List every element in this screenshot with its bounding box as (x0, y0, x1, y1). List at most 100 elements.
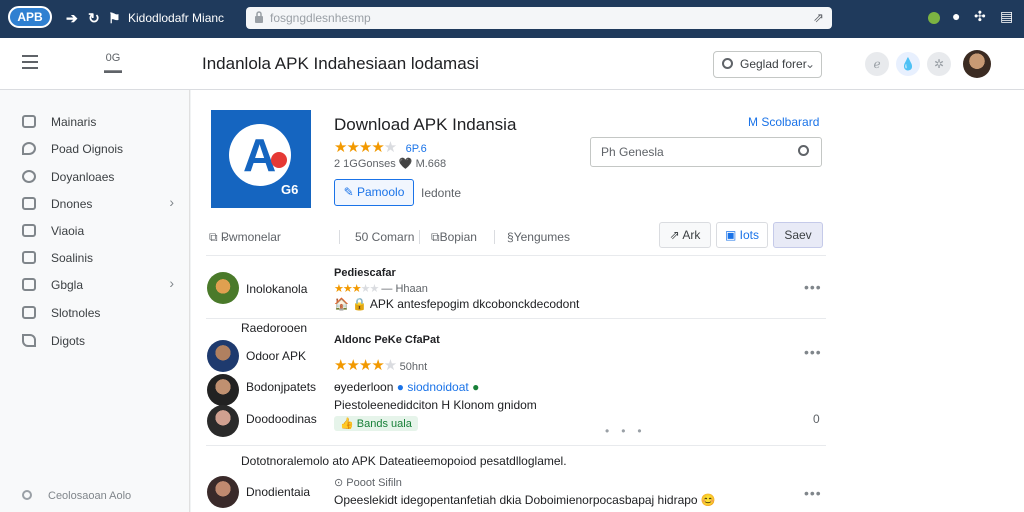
install-button[interactable]: ✎ Pamoolo (334, 179, 414, 206)
search-icon (798, 145, 809, 156)
avatar[interactable] (207, 340, 239, 372)
save-button[interactable]: Saev (773, 222, 823, 248)
rating-stars-icon: ★★★★★ (334, 139, 397, 156)
storage-icon (22, 306, 36, 319)
settings-icon[interactable]: ✲ (927, 52, 951, 76)
more-options-icon[interactable]: ••• (804, 279, 822, 295)
more-options-icon[interactable]: ••• (804, 485, 822, 501)
grid-icon (22, 278, 36, 291)
chevron-right-icon: › (169, 275, 174, 291)
refresh-icon[interactable]: ↻ (88, 10, 100, 27)
user-avatar[interactable] (963, 50, 991, 78)
hamburger-menu-icon[interactable] (22, 55, 38, 69)
sidebar-item-3[interactable]: Doyanloaes (22, 167, 182, 187)
sidebar-item-4[interactable]: Dnones › (22, 194, 182, 214)
comment-rating: ★★★★★ 50hnt (334, 356, 427, 374)
comment-rating-text: 50hnt (399, 361, 428, 373)
sidebar-item-label: Slotnoles (51, 306, 101, 320)
comment-user[interactable]: Odoor APK (246, 349, 306, 363)
content-search-input[interactable]: Ph Genesla (590, 137, 822, 167)
avatar[interactable] (207, 374, 239, 406)
extra-label: Yengumes (513, 230, 570, 244)
sidebar-footer-label: Ceolosaoan Aolo (48, 490, 132, 502)
category-label: Bopian (439, 230, 477, 244)
thumbs-up-icon: 👍 (340, 418, 357, 430)
drop-icon[interactable]: 💧 (896, 52, 920, 76)
comment-meta: ★★★★★ — Hhaan (334, 282, 428, 295)
bookmark-icon[interactable]: ⚑ (108, 10, 121, 27)
sidebar-item-2[interactable]: Poad Oignois (22, 139, 182, 159)
sidebar-item-label: Poad Oignois (51, 142, 124, 156)
comment-text: Opeeslekidt idegopentanfetiah dkia Doboi… (334, 493, 716, 507)
comment-count: 50 Comarn (355, 230, 415, 244)
rating-stars-icon: ★★★★★ (334, 357, 397, 374)
check-icon: ● (472, 380, 480, 394)
comment-link[interactable]: siodnoidoat (407, 380, 468, 394)
avatar[interactable] (207, 476, 239, 508)
divider (419, 230, 420, 244)
download-icon (22, 170, 36, 183)
sidebar-item-label: Soalinis (51, 251, 94, 265)
scroll-link[interactable]: M Scolbarard (748, 115, 819, 129)
header-search-dropdown[interactable]: Geglad forer ⌄ (713, 51, 822, 78)
address-bar[interactable]: fosgngdlesnhesmp ⇗ (246, 7, 832, 29)
extra-filter[interactable]: § Yengumes (507, 230, 570, 244)
comment-chip[interactable]: 👍 Bands uala (334, 416, 418, 431)
app-logo[interactable]: APB (8, 6, 52, 28)
gear-icon (22, 490, 32, 500)
sidebar-item-label: Dnones (51, 197, 93, 211)
comment-meta-text: — Hhaan (381, 283, 428, 295)
app-name: Download APK Indansia (334, 115, 517, 134)
comment-heading: Pediescafar (334, 267, 396, 279)
sidebar-item-6[interactable]: Soalinis (22, 248, 182, 268)
notification-icon[interactable]: ● (952, 8, 960, 24)
sidebar-item-label: Doyanloaes (51, 170, 115, 184)
forward-icon[interactable]: ➔ (66, 10, 78, 27)
details-link[interactable]: Iedonte (421, 186, 461, 200)
ark-label: Ark (682, 228, 701, 242)
comment-user[interactable]: Inolokanola (246, 282, 307, 296)
app-rating: ★★★★★ 6P.6 (334, 138, 427, 156)
content-search-placeholder: Ph Genesla (601, 145, 664, 159)
menu-icon[interactable]: ▤ (1000, 8, 1013, 25)
comment-line: ɵyederloon ● siodnoidoat ● (334, 380, 479, 394)
filter-bar: ⧉ Pwmonelar ⌄ 50 Comarn ⧉ Bopian § Yengu… (209, 230, 579, 250)
avatar[interactable] (207, 405, 239, 437)
avatar[interactable] (207, 272, 239, 304)
app-icon: A G6 (211, 110, 311, 208)
pencil-icon: ✎ (343, 185, 357, 199)
ark-button[interactable]: ⇗ Ark (659, 222, 711, 248)
app-icon-badge: G6 (281, 182, 299, 197)
extensions-icon[interactable]: ✣ (974, 8, 986, 25)
sidebar-item-label: Mainaris (51, 115, 97, 129)
browser-title: Kidodlodafr Mianc (128, 11, 225, 25)
divider (206, 445, 826, 446)
comment-user[interactable]: Doodoodinas (246, 412, 317, 426)
sidebar-footer[interactable]: Ceolosaoan Aolo (22, 490, 131, 502)
extension-icon[interactable]: ⇗ (813, 10, 824, 26)
info-icon: ● (396, 380, 404, 394)
category-filter[interactable]: ⧉ Bopian (431, 230, 477, 245)
comment-user[interactable]: Bodonjpatets (246, 380, 316, 394)
app-icon-dot (271, 152, 287, 168)
pager-dots-icon[interactable]: ••• (605, 424, 654, 438)
lots-button[interactable]: ▣ Iots (716, 222, 768, 248)
sidebar-item-5[interactable]: Viaoia (22, 221, 182, 241)
chip-label: Bands uala (356, 418, 412, 430)
sidebar-item-7[interactable]: Gbgla › (22, 275, 182, 295)
list-icon (22, 115, 36, 128)
more-options-icon[interactable]: ••• (804, 344, 822, 360)
sort-dropdown[interactable]: ⧉ Pwmonelar ⌄ (209, 230, 281, 245)
sidebar-item-8[interactable]: Slotnoles (22, 303, 182, 323)
help-icon[interactable]: ℯ (865, 52, 889, 76)
search-icon (722, 58, 733, 69)
sidebar-item-9[interactable]: Digots (22, 331, 182, 351)
comment-user[interactable]: Dnodientaia (246, 485, 310, 499)
header-mini-label[interactable]: 0G ▬▬ (96, 52, 130, 76)
download-count: 2 1GGonses 🖤 M.668 (334, 158, 447, 170)
sort-label: Pwmonelar (220, 230, 281, 244)
status-dot-icon (928, 12, 940, 24)
sidebar-item-1[interactable]: Mainaris (22, 112, 182, 132)
divider (494, 230, 495, 244)
chevron-down-icon: ⌄ (804, 57, 815, 71)
